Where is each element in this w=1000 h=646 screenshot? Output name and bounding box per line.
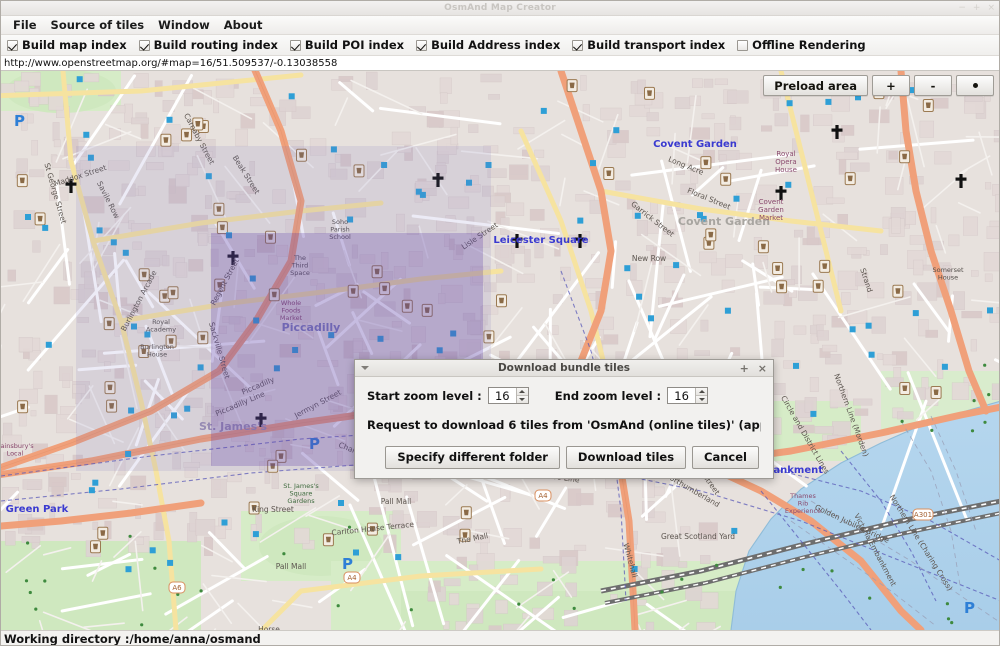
close-icon[interactable]: × (987, 4, 995, 13)
zoom-level-row: Start zoom level : 16 End zoom level : 1… (367, 387, 761, 404)
checkbox-icon[interactable] (737, 40, 748, 51)
svg-text:Leicester Square: Leicester Square (493, 235, 588, 246)
svg-text:CoventGardenMarket: CoventGardenMarket (758, 198, 784, 222)
application-window: OsmAnd Map Creator − + × File Source of … (0, 0, 1000, 646)
checkbox-build-transport-index[interactable]: Build transport index (572, 38, 725, 52)
svg-text:P: P (429, 71, 440, 75)
maximize-icon[interactable]: + (973, 4, 981, 13)
svg-text:P: P (964, 599, 975, 617)
preload-area-button[interactable]: Preload area (763, 75, 868, 96)
checkbox-icon[interactable] (572, 40, 583, 51)
checkbox-icon[interactable] (139, 40, 150, 51)
map-tiles[interactable]: PPPPP A6 A4 A4 A301 Regent StreetPiccadi… (1, 71, 999, 630)
svg-text:RoyalOperaHouse: RoyalOperaHouse (775, 150, 797, 174)
map-viewport[interactable]: PPPPP A6 A4 A4 A301 Regent StreetPiccadi… (1, 71, 999, 630)
minimize-icon[interactable]: − (958, 4, 966, 13)
checkbox-offline-rendering[interactable]: Offline Rendering (737, 38, 865, 52)
svg-text:A4: A4 (538, 492, 548, 500)
dialog-close-icon[interactable]: × (758, 363, 767, 374)
svg-text:P: P (342, 555, 353, 573)
svg-text:SohoParishSchool: SohoParishSchool (329, 218, 351, 241)
zoom-in-button[interactable]: + (872, 75, 910, 96)
checkbox-build-routing-index[interactable]: Build routing index (139, 38, 278, 52)
svg-text:Green Park: Green Park (6, 504, 69, 515)
checkbox-build-map-index[interactable]: Build map index (7, 38, 127, 52)
menu-bar: File Source of tiles Window About (1, 16, 999, 35)
download-bundle-tiles-dialog: Download bundle tiles + × Start zoom lev… (354, 359, 774, 479)
checkbox-icon[interactable] (7, 40, 18, 51)
spinner-down-icon[interactable] (517, 396, 528, 403)
dialog-maximize-icon[interactable]: + (740, 363, 749, 374)
svg-text:A301: A301 (914, 511, 932, 519)
dialog-actions: Specify different folder Download tiles … (367, 446, 761, 469)
download-tiles-button[interactable]: Download tiles (566, 446, 686, 469)
checkbox-build-poi-index[interactable]: Build POI index (290, 38, 404, 52)
start-zoom-spinner[interactable]: 16 (488, 387, 529, 404)
svg-text:Covent Garden: Covent Garden (653, 139, 737, 150)
dialog-body: Start zoom level : 16 End zoom level : 1… (355, 377, 773, 478)
svg-text:P: P (14, 112, 25, 130)
window-controls: − + × (958, 1, 995, 16)
svg-text:P: P (309, 435, 320, 453)
checkbox-label: Build POI index (305, 38, 404, 52)
start-zoom-arrows[interactable] (516, 388, 528, 403)
checkbox-icon[interactable] (290, 40, 301, 51)
cancel-button[interactable]: Cancel (692, 446, 759, 469)
map-controls: Preload area + - (763, 75, 994, 96)
status-bar: Working directory :/home/anna/osmand (1, 630, 999, 646)
window-title: OsmAnd Map Creator (444, 3, 556, 13)
svg-text:King Street: King Street (252, 505, 294, 514)
menu-about[interactable]: About (217, 17, 270, 33)
checkbox-build-address-index[interactable]: Build Address index (416, 38, 560, 52)
dialog-message: Request to download 6 tiles from 'OsmAnd… (367, 418, 761, 432)
chevron-down-icon[interactable] (361, 366, 369, 370)
dialog-window-controls: + × (740, 360, 767, 377)
menu-window[interactable]: Window (151, 17, 217, 33)
end-zoom-arrows[interactable] (695, 388, 707, 403)
checkbox-label: Offline Rendering (752, 38, 865, 52)
dialog-title: Download bundle tiles (498, 362, 630, 374)
url-text[interactable]: http://www.openstreetmap.org/#map=16/51.… (4, 58, 337, 69)
svg-text:A6: A6 (172, 584, 182, 592)
working-directory-text: Working directory :/home/anna/osmand (4, 632, 261, 646)
svg-text:WholeFoodsMarket: WholeFoodsMarket (280, 299, 303, 322)
dot-icon (973, 83, 978, 88)
end-zoom-value[interactable]: 16 (668, 388, 695, 403)
svg-text:Great Scotland Yard: Great Scotland Yard (661, 532, 735, 541)
recenter-button[interactable] (956, 75, 994, 96)
zoom-out-button[interactable]: - (914, 75, 952, 96)
menu-source-of-tiles[interactable]: Source of tiles (44, 17, 152, 33)
svg-text:Horse: Horse (258, 625, 280, 630)
svg-text:Pall Mall: Pall Mall (276, 562, 307, 571)
svg-text:New Row: New Row (632, 254, 666, 263)
end-zoom-spinner[interactable]: 16 (667, 387, 708, 404)
url-bar[interactable]: http://www.openstreetmap.org/#map=16/51.… (1, 56, 999, 71)
spinner-up-icon[interactable] (696, 388, 707, 396)
svg-text:A4: A4 (347, 574, 357, 582)
title-bar: OsmAnd Map Creator − + × (1, 1, 999, 16)
start-zoom-label: Start zoom level : (367, 389, 482, 403)
checkbox-label: Build transport index (587, 38, 725, 52)
checkbox-label: Build Address index (431, 38, 560, 52)
checkbox-label: Build map index (22, 38, 127, 52)
checkbox-label: Build routing index (154, 38, 278, 52)
svg-text:Covent Garden: Covent Garden (678, 215, 770, 228)
spinner-up-icon[interactable] (517, 388, 528, 396)
dialog-title-bar: Download bundle tiles + × (355, 360, 773, 377)
end-zoom-label: End zoom level : (555, 389, 661, 403)
menu-file[interactable]: File (6, 17, 44, 33)
checkbox-icon[interactable] (416, 40, 427, 51)
map-canvas[interactable]: PPPPP A6 A4 A4 A301 Regent StreetPiccadi… (1, 71, 999, 630)
svg-text:St. James's: St. James's (199, 420, 268, 433)
index-options-toolbar: Build map index Build routing index Buil… (1, 35, 999, 56)
svg-text:Piccadilly: Piccadilly (282, 321, 341, 334)
specify-different-folder-button[interactable]: Specify different folder (385, 446, 560, 469)
spinner-down-icon[interactable] (696, 396, 707, 403)
svg-text:Pall Mall: Pall Mall (381, 497, 412, 506)
start-zoom-value[interactable]: 16 (489, 388, 516, 403)
